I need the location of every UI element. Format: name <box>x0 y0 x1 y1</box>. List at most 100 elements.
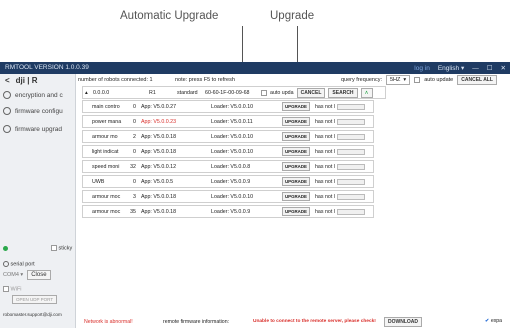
brand-logo: dji | R <box>15 76 38 85</box>
remote-error: Unable to connect to the remote server, … <box>253 319 376 324</box>
sidebar-item-label: encryption and c <box>15 91 63 99</box>
progress-bar <box>336 163 365 170</box>
serial-port-label: serial port <box>10 261 35 268</box>
module-name: speed moni <box>92 163 120 170</box>
open-udp-area: OPEN UDP PORT <box>12 295 58 304</box>
module-status: has not l <box>314 118 335 125</box>
module-number: 0 <box>133 178 136 185</box>
serial-port-option[interactable]: serial port <box>3 261 35 267</box>
open-udp-port-button[interactable]: OPEN UDP PORT <box>12 295 58 304</box>
module-loader-version: Loader: V5.0.0.9 <box>211 178 251 185</box>
wifi-label: WiFi <box>10 286 22 293</box>
collapse-icon[interactable]: ▴ <box>83 90 93 96</box>
search-button[interactable]: SEARCH <box>328 87 358 98</box>
close-window-button[interactable]: ✕ <box>501 64 506 72</box>
sidebar-item-firmware-config[interactable]: firmware configu <box>3 104 73 118</box>
module-loader-version: Loader: V5.0.0.8 <box>211 163 251 170</box>
module-name: armour mo <box>92 133 118 140</box>
progress-bar <box>336 133 365 140</box>
sidebar: < dji | R encryption and c firmware conf… <box>0 74 76 328</box>
wifi-option[interactable]: WiFi <box>3 286 22 292</box>
language-select[interactable]: English ▾ <box>438 64 464 72</box>
module-status: has not l <box>314 208 335 215</box>
robot-ip: 0.0.0.0 <box>93 89 110 96</box>
sticky-checkbox[interactable] <box>51 245 57 251</box>
module-status: has not l <box>314 163 335 170</box>
check-icon: ✔ <box>485 318 490 324</box>
module-name: armour moc <box>92 208 121 215</box>
title-bar: RMTOOL VERSION 1.0.0.39 log in English ▾… <box>0 62 510 74</box>
gear-icon <box>3 125 11 133</box>
module-status: has not l <box>314 148 335 155</box>
module-app-version: App: V5.0.0.27 <box>141 103 177 110</box>
module-loader-version: Loader: V5.0.0.9 <box>211 208 251 215</box>
annotation-area: Automatic Upgrade Upgrade <box>0 0 510 62</box>
serial-port-radio[interactable] <box>3 261 9 267</box>
robot-id: R1 <box>149 89 156 96</box>
robots-connected: number of robots connected: 1 <box>78 77 153 83</box>
serial-port-controls: COM4 ▾ Close <box>3 270 51 280</box>
module-app-version: App: V5.0.0.18 <box>141 193 177 200</box>
upgrade-button[interactable]: UPGRADE <box>282 147 310 156</box>
remote-info-label: remote firmware information: <box>163 319 230 325</box>
module-row: power mana 0 App: V5.0.0.23 Loader: V5.0.0.… <box>82 115 374 128</box>
auto-update-checkbox[interactable] <box>414 77 421 83</box>
sidebar-item-label: firmware upgrad <box>15 125 62 133</box>
robot-mac: 60-60-1F-00-09-68 <box>205 89 250 96</box>
upgrade-button[interactable]: UPGRADE <box>282 192 310 201</box>
progress-bar <box>336 208 365 215</box>
expand-button[interactable]: ∧ <box>360 87 373 98</box>
connected-indicator <box>3 246 8 251</box>
cancel-button[interactable]: CANCEL <box>296 87 326 98</box>
robot-row[interactable]: ▴ 0.0.0.0 R1 standard 60-60-1F-00-09-68 … <box>82 86 386 99</box>
upgrade-button[interactable]: UPGRADE <box>282 117 310 126</box>
progress-bar <box>336 103 365 110</box>
sticky-label: sticky <box>58 245 73 252</box>
module-row: UWB 0 App: V5.0.0.5 Loader: V5.0.0.9 UPGRADE… <box>82 175 374 188</box>
back-icon[interactable]: < <box>5 76 10 85</box>
sidebar-nav: < dji | R <box>5 76 37 85</box>
module-status: has not l <box>314 193 335 200</box>
support-email[interactable]: robomaster.support@dji.com <box>3 312 62 317</box>
sidebar-item-firmware-upgrade[interactable]: firmware upgrad <box>3 122 73 136</box>
minimize-button[interactable]: — <box>472 65 479 72</box>
auto-upgrade-checkbox[interactable] <box>261 89 267 96</box>
main-panel: number of robots connected: 1 note: pres… <box>76 74 510 328</box>
module-name: power mana <box>92 118 122 125</box>
module-status: has not l <box>314 178 335 185</box>
login-link[interactable]: log in <box>414 65 430 72</box>
query-frequency-select[interactable]: 5HZ ▾ <box>385 75 411 85</box>
module-row: speed moni 32 App: V5.0.0.12 Loader: V5.0.0… <box>82 160 374 173</box>
upgrade-button[interactable]: UPGRADE <box>282 102 310 111</box>
module-number: 35 <box>130 208 136 215</box>
module-number: 3 <box>133 193 136 200</box>
maximize-button[interactable]: ☐ <box>487 64 493 72</box>
module-row: armour moc 3 App: V5.0.0.18 Loader: V5.0.0.… <box>82 190 374 203</box>
module-loader-version: Loader: V5.0.0.10 <box>211 193 254 200</box>
module-app-version: App: V5.0.0.18 <box>141 148 177 155</box>
upgrade-button[interactable]: UPGRADE <box>282 162 310 171</box>
top-info-bar: number of robots connected: 1 note: pres… <box>76 74 510 86</box>
close-port-button[interactable]: Close <box>27 270 51 280</box>
wifi-checkbox[interactable] <box>3 286 9 292</box>
module-name: light indicat <box>92 148 119 155</box>
chevron-down-icon: ▾ <box>460 65 465 72</box>
module-row: light indicat 0 App: V5.0.0.18 Loader: V5.0… <box>82 145 374 158</box>
module-app-version: App: V5.0.0.12 <box>141 163 177 170</box>
module-row: main contro 0 App: V5.0.0.27 Loader: V5.0.0… <box>82 100 374 113</box>
upgrade-button[interactable]: UPGRADE <box>282 132 310 141</box>
module-status: has not l <box>314 103 335 110</box>
cancel-all-button[interactable]: CANCEL ALL <box>457 75 497 85</box>
com-port-select[interactable]: COM4 ▾ <box>3 272 23 278</box>
download-button[interactable]: DOWNLOAD <box>384 317 422 327</box>
upgrade-button[interactable]: UPGRADE <box>282 207 310 216</box>
sidebar-item-label: firmware configu <box>15 107 63 115</box>
progress-bar <box>336 193 365 200</box>
expand-option[interactable]: ✔ expa <box>485 318 502 324</box>
query-frequency-label: query frequency: <box>341 77 382 83</box>
upgrade-button[interactable]: UPGRADE <box>282 177 310 186</box>
empty-area <box>76 240 510 313</box>
sidebar-item-encryption[interactable]: encryption and c <box>3 88 73 102</box>
callout-automatic-upgrade: Automatic Upgrade <box>120 10 219 22</box>
callout-line-auto <box>242 26 243 62</box>
